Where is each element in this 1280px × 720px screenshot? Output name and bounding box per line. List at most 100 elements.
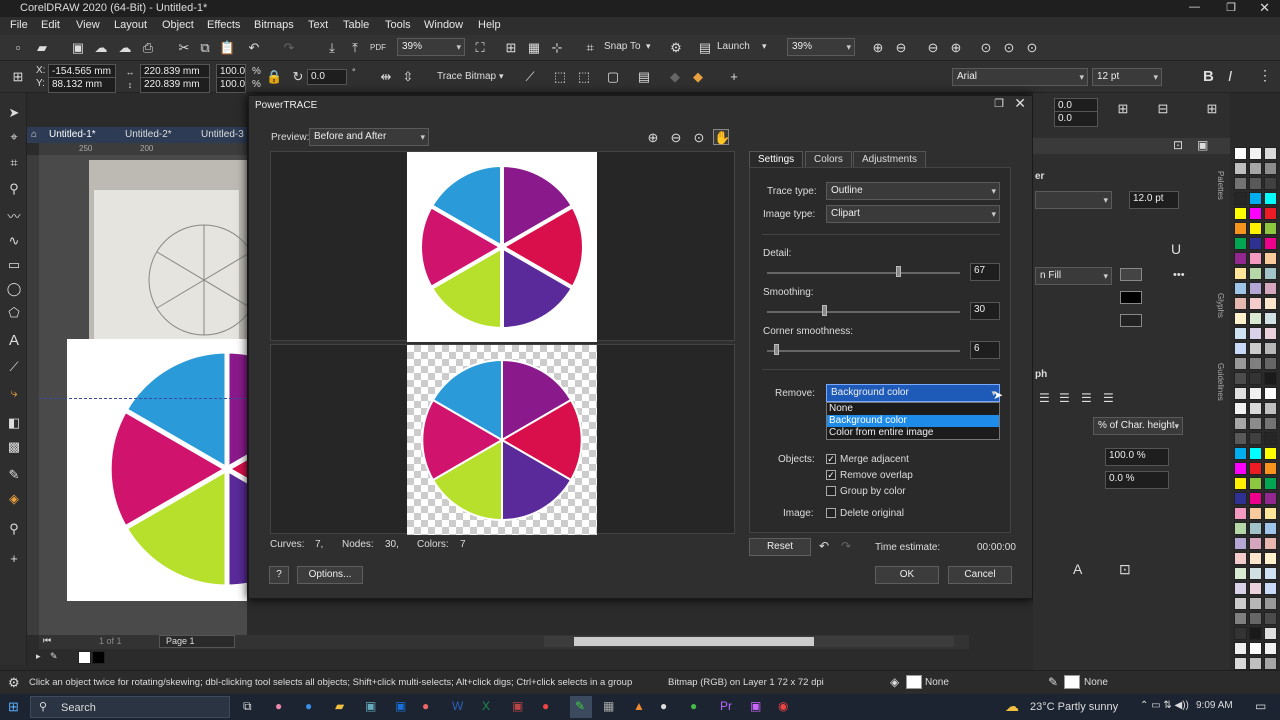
font-family-select[interactable]: Arial — [952, 68, 1088, 86]
object-origin-icon[interactable]: ⊞ — [10, 69, 26, 85]
palette-swatch[interactable] — [1264, 222, 1277, 235]
firefox-icon[interactable]: ● — [422, 699, 429, 713]
palette-swatch[interactable] — [1264, 492, 1277, 505]
menu-file[interactable]: File — [10, 19, 28, 31]
status-gear-icon[interactable]: ⚙ — [8, 675, 20, 691]
side-tab-guidelines[interactable]: Guidelines — [1216, 363, 1225, 401]
line-spacing-field[interactable]: 100.0 % — [1105, 448, 1169, 466]
palette-swatch[interactable] — [1234, 162, 1247, 175]
font-size-select[interactable]: 12 pt — [1092, 68, 1162, 86]
menu-object[interactable]: Object — [162, 19, 194, 31]
palette-swatch[interactable] — [1234, 627, 1247, 640]
palette-swatch[interactable] — [1234, 642, 1247, 655]
ellipse-tool-icon[interactable]: ◯ — [6, 281, 22, 297]
palette-swatch[interactable] — [1249, 657, 1262, 670]
taskbar-clock[interactable]: 9:09 AM — [1196, 700, 1233, 711]
outline-trace-icon[interactable]: ⟋ — [522, 69, 538, 85]
palette-swatch[interactable] — [1234, 597, 1247, 610]
copy-icon[interactable]: ⧉ — [197, 40, 213, 56]
palette-swatch[interactable] — [1249, 627, 1262, 640]
zoom-in-icon[interactable]: ⊕ — [870, 40, 886, 56]
palette-swatch[interactable] — [1249, 342, 1262, 355]
premiere-icon[interactable]: Pr — [720, 699, 732, 713]
palette-swatch[interactable] — [1234, 327, 1247, 340]
palette-swatch[interactable] — [1249, 267, 1262, 280]
palette-swatch[interactable] — [1249, 162, 1262, 175]
full-screen-icon[interactable]: ⛶ — [472, 40, 488, 56]
palette-swatch[interactable] — [1234, 207, 1247, 220]
zoom-page-icon[interactable]: ⊙ — [978, 40, 994, 56]
interactive-fill-icon[interactable]: ◈ — [6, 491, 22, 507]
palette-swatch[interactable] — [1249, 282, 1262, 295]
detail-slider-thumb[interactable] — [896, 266, 901, 277]
word-icon[interactable]: W — [452, 699, 463, 713]
record-icon[interactable]: ◉ — [778, 699, 788, 713]
page-1-tab[interactable]: Page 1 — [159, 635, 235, 648]
palette-swatch[interactable] — [1234, 537, 1247, 550]
palette-swatch[interactable] — [1249, 552, 1262, 565]
tab-adjustments[interactable]: Adjustments — [853, 151, 927, 167]
palette-swatch[interactable] — [1264, 597, 1277, 610]
palette-swatch[interactable] — [1249, 612, 1262, 625]
palette-swatch[interactable] — [1264, 237, 1277, 250]
app-icon-5[interactable]: ● — [660, 699, 667, 713]
remove-option-none[interactable]: None — [827, 403, 999, 415]
height-field[interactable]: 220.839 mm — [140, 77, 210, 93]
palette-swatch[interactable] — [1249, 357, 1262, 370]
tray-icons[interactable]: ⌃ ▭ ⇅ ◀)) — [1140, 700, 1189, 711]
palette-swatch[interactable] — [1264, 297, 1277, 310]
palette-swatch[interactable] — [1264, 417, 1277, 430]
remove-overlap-checkbox[interactable]: ✓ — [826, 470, 836, 480]
freehand-tool-icon[interactable]: 〰 — [6, 209, 22, 225]
menu-bitmaps[interactable]: Bitmaps — [254, 19, 294, 31]
palette-swatch[interactable] — [1264, 192, 1277, 205]
palette-swatch[interactable] — [1234, 237, 1247, 250]
zoom-width-icon[interactable]: ⊙ — [1001, 40, 1017, 56]
palette-swatch[interactable] — [1234, 432, 1247, 445]
palette-swatch[interactable] — [1234, 522, 1247, 535]
corner-smoothness-slider-thumb[interactable] — [774, 344, 779, 355]
menu-table[interactable]: Table — [343, 19, 369, 31]
fill-none-swatch[interactable] — [906, 675, 922, 689]
app-icon-3[interactable]: ● — [542, 699, 549, 713]
palette-swatch[interactable] — [1234, 657, 1247, 670]
docker-font-size-field[interactable]: 12.0 pt — [1129, 191, 1179, 209]
detail-value-field[interactable]: 67 — [970, 263, 1000, 281]
palette-swatch[interactable] — [1249, 192, 1262, 205]
options-button[interactable]: Options... — [297, 566, 363, 584]
align-center-icon[interactable]: ☰ — [1059, 391, 1070, 405]
tab-colors[interactable]: Colors — [805, 151, 852, 167]
group-by-color-checkbox[interactable] — [826, 486, 836, 496]
crop-tool-icon[interactable]: ⌗ — [6, 155, 22, 171]
palette-swatch[interactable] — [1249, 147, 1262, 160]
new-document-icon[interactable]: ▫ — [10, 40, 26, 56]
palette-swatch[interactable] — [1249, 327, 1262, 340]
trace-bitmap-button[interactable]: Trace Bitmap — [437, 71, 496, 82]
pick-tool-icon[interactable]: ➤ — [6, 105, 22, 121]
palette-swatch[interactable] — [1264, 342, 1277, 355]
more-icon[interactable]: ••• — [1173, 269, 1185, 281]
save-icon[interactable]: ▣ — [70, 40, 86, 56]
palette-swatch[interactable] — [1264, 282, 1277, 295]
tab-untitled-2[interactable]: Untitled-2* — [125, 129, 172, 140]
menu-help[interactable]: Help — [478, 19, 501, 31]
outlook-icon[interactable]: ▣ — [395, 699, 406, 713]
palette-swatch[interactable] — [1234, 252, 1247, 265]
palette-swatch[interactable] — [1234, 567, 1247, 580]
help-button[interactable]: ? — [269, 566, 289, 584]
notifications-icon[interactable]: ▭ — [1255, 699, 1266, 713]
palette-swatch[interactable] — [1249, 372, 1262, 385]
palette-swatch[interactable] — [1249, 522, 1262, 535]
fill-type-select[interactable]: n Fill — [1035, 267, 1112, 285]
before-preview[interactable] — [270, 151, 735, 342]
side-tab-palettes[interactable]: Palettes — [1216, 171, 1225, 200]
palette-swatch[interactable] — [1264, 462, 1277, 475]
remove-select[interactable]: Background color — [826, 384, 1000, 402]
y-position-field[interactable]: 88.132 mm — [48, 77, 116, 93]
trace-type-select[interactable]: Outline — [826, 182, 1000, 200]
palette-swatch[interactable] — [1249, 567, 1262, 580]
menu-view[interactable]: View — [76, 19, 100, 31]
palette-swatch[interactable] — [1234, 582, 1247, 595]
palette-swatch[interactable] — [1249, 537, 1262, 550]
cloud-download-icon[interactable]: ☁ — [117, 40, 133, 56]
